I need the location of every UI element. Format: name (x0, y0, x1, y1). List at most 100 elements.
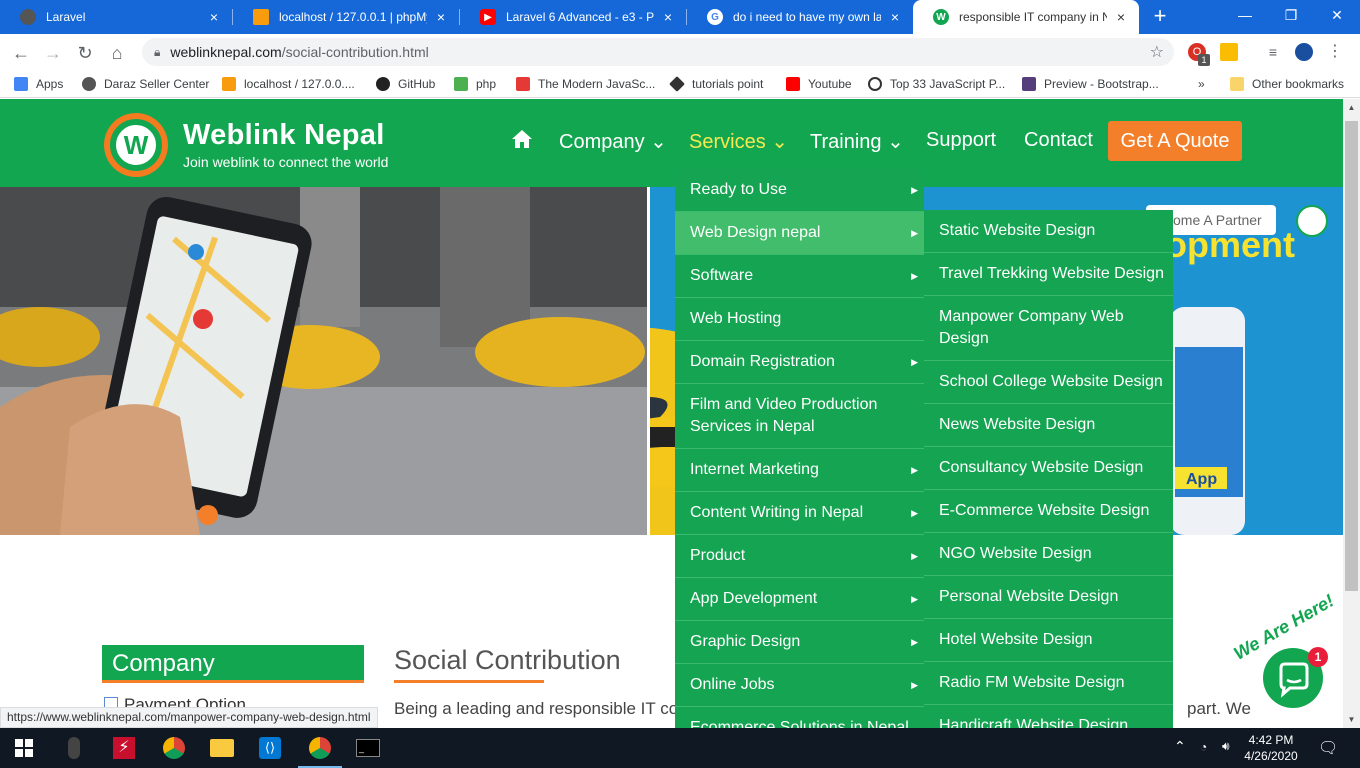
google-drive-icon[interactable] (1220, 43, 1238, 61)
forward-arrow-icon[interactable]: → (40, 40, 66, 66)
site-tagline: Join weblink to connect the world (183, 154, 389, 170)
menu-item-graphic-design[interactable]: Graphic Design ▶ (675, 621, 924, 664)
chevron-right-icon: ▶ (911, 679, 918, 690)
home-icon[interactable] (510, 127, 534, 157)
notification-icon[interactable]: 🗨︎ (1318, 738, 1338, 758)
menu-item-product[interactable]: Product ▶ (675, 535, 924, 578)
bookmark-bootstrap-preview[interactable]: Preview - Bootstrap... (1022, 75, 1159, 93)
minimize-button[interactable]: — (1222, 0, 1268, 32)
menu-item-content-writing[interactable]: Content Writing in Nepal ▶ (675, 492, 924, 535)
bookmark-daraz[interactable]: Daraz Seller Center (82, 75, 209, 93)
youtube-icon (786, 77, 800, 91)
home-icon[interactable]: ⌂ (104, 40, 130, 66)
flash-app-icon[interactable]: ⚡︎ (110, 734, 138, 762)
scroll-up-icon[interactable]: ▲ (1343, 99, 1360, 116)
close-icon[interactable]: × (433, 9, 449, 25)
nav-company[interactable]: Company ⌄ (559, 129, 667, 154)
submenu-item-personal[interactable]: Personal Website Design (924, 576, 1173, 619)
bookmark-tutorials-point[interactable]: tutorials point (669, 75, 763, 93)
close-icon[interactable]: × (206, 9, 222, 25)
menu-item-internet-marketing[interactable]: Internet Marketing ▶ (675, 449, 924, 492)
submenu-item-ecommerce[interactable]: E-Commerce Website Design (924, 490, 1173, 533)
menu-item-ready-to-use[interactable]: Ready to Use ▶ (675, 169, 924, 212)
close-window-button[interactable]: ✕ (1314, 0, 1360, 32)
tab-youtube[interactable]: ▶ Laravel 6 Advanced - e3 - Poly × (460, 0, 686, 34)
bookmark-github[interactable]: GitHub (376, 75, 435, 93)
site-brand[interactable]: Weblink Nepal (183, 119, 385, 152)
menu-item-film-video[interactable]: Film and Video Production Services in Ne… (675, 384, 924, 449)
back-arrow-icon[interactable]: ← (8, 40, 34, 66)
site-header: W Weblink Nepal Join weblink to connect … (0, 99, 1343, 187)
nav-support[interactable]: Support (926, 129, 996, 152)
chrome-active-icon[interactable] (298, 734, 342, 768)
tab-title: Laravel (46, 10, 86, 24)
tab-weblink[interactable]: W responsible IT company in Nep × (913, 0, 1139, 34)
tray-chevron-icon[interactable]: ⌃ (1174, 738, 1186, 755)
get-quote-button[interactable]: Get A Quote (1108, 121, 1242, 161)
site-logo[interactable]: W (104, 113, 168, 177)
submenu-item-radio-fm[interactable]: Radio FM Website Design (924, 662, 1173, 705)
windows-taskbar: ⚡︎ ⟨⟩ _ ⌃ ◔ 🔊︎ 4:42 PM 4/26/2020 🗨︎ (0, 728, 1360, 768)
reload-icon[interactable]: ↻ (72, 40, 98, 66)
vscode-icon[interactable]: ⟨⟩ (256, 734, 284, 762)
close-icon[interactable]: × (660, 9, 676, 25)
windows-start-icon[interactable] (10, 734, 38, 762)
menu-item-online-jobs[interactable]: Online Jobs ▶ (675, 664, 924, 707)
diamond-icon (669, 76, 685, 92)
menu-dots-icon[interactable]: ⋮ (1326, 43, 1344, 61)
tab-laravel[interactable]: Laravel × (0, 0, 232, 34)
wifi-icon[interactable]: ◔ (1200, 740, 1207, 754)
bookmark-top33-js[interactable]: Top 33 JavaScript P... (868, 75, 1005, 93)
submenu-item-static[interactable]: Static Website Design (924, 210, 1173, 253)
file-explorer-icon[interactable] (208, 734, 236, 762)
bookmark-modern-js[interactable]: The Modern JavaSc... (516, 75, 655, 93)
tab-google[interactable]: G do i need to have my own lapt × (687, 0, 913, 34)
bookmark-star-icon[interactable]: ☆ (1150, 42, 1164, 62)
submenu-item-handicraft[interactable]: Handicraft Website Design (924, 705, 1173, 728)
nav-contact[interactable]: Contact (1024, 129, 1093, 152)
new-tab-button[interactable]: + (1148, 4, 1172, 28)
webpage: W Weblink Nepal Join weblink to connect … (0, 99, 1343, 728)
submenu-item-manpower[interactable]: Manpower Company Web Design (924, 296, 1173, 361)
folder-icon (1230, 77, 1244, 91)
bookmarks-overflow-button[interactable]: » (1198, 75, 1205, 93)
bookmark-localhost[interactable]: localhost / 127.0.0.... (222, 75, 355, 93)
nav-services[interactable]: Services ⌄ (689, 129, 788, 154)
chrome-icon[interactable] (160, 734, 188, 762)
menu-item-app-development[interactable]: App Development ▶ (675, 578, 924, 621)
media-queue-icon[interactable]: ≡ (1264, 43, 1282, 61)
other-bookmarks-folder[interactable]: Other bookmarks (1230, 75, 1344, 93)
phpmyadmin-icon (222, 77, 236, 91)
mouse-app-icon[interactable] (60, 734, 88, 762)
maximize-button[interactable]: ❐ (1268, 0, 1314, 32)
address-bar[interactable]: 🔒︎ weblinknepal.com/social-contribution.… (142, 38, 1174, 66)
scroll-down-icon[interactable]: ▼ (1343, 711, 1360, 728)
terminal-icon[interactable]: _ (354, 734, 382, 762)
scrollbar-thumb[interactable] (1345, 121, 1358, 591)
menu-item-ecommerce-solutions[interactable]: Ecommerce Solutions in Nepal (675, 707, 924, 728)
bookmark-youtube[interactable]: Youtube (786, 75, 852, 93)
bookmarks-bar: Apps Daraz Seller Center localhost / 127… (0, 70, 1360, 98)
submenu-item-travel-trekking[interactable]: Travel Trekking Website Design (924, 253, 1173, 296)
menu-item-software[interactable]: Software ▶ (675, 255, 924, 298)
taskbar-clock[interactable]: 4:42 PM 4/26/2020 (1238, 732, 1304, 764)
page-scrollbar[interactable]: ▲ ▼ (1343, 99, 1360, 728)
submenu-item-news[interactable]: News Website Design (924, 404, 1173, 447)
submenu-item-school-college[interactable]: School College Website Design (924, 361, 1173, 404)
close-icon[interactable]: × (887, 9, 903, 25)
submenu-item-ngo[interactable]: NGO Website Design (924, 533, 1173, 576)
menu-item-web-design-nepal[interactable]: Web Design nepal ▶ (675, 212, 924, 255)
bookmark-php[interactable]: php (454, 75, 496, 93)
handshake-icon[interactable] (1296, 205, 1328, 237)
menu-item-domain-registration[interactable]: Domain Registration ▶ (675, 341, 924, 384)
close-icon[interactable]: × (1113, 9, 1129, 25)
menu-item-web-hosting[interactable]: Web Hosting (675, 298, 924, 341)
tab-phpmyadmin[interactable]: localhost / 127.0.0.1 | phpMyA × (233, 0, 459, 34)
submenu-item-consultancy[interactable]: Consultancy Website Design (924, 447, 1173, 490)
volume-icon[interactable]: 🔊︎ (1222, 739, 1230, 754)
bookmark-apps[interactable]: Apps (14, 75, 63, 93)
submenu-item-hotel[interactable]: Hotel Website Design (924, 619, 1173, 662)
chevron-right-icon: ▶ (911, 636, 918, 647)
nav-training[interactable]: Training ⌄ (810, 129, 904, 154)
profile-avatar[interactable] (1295, 43, 1313, 61)
